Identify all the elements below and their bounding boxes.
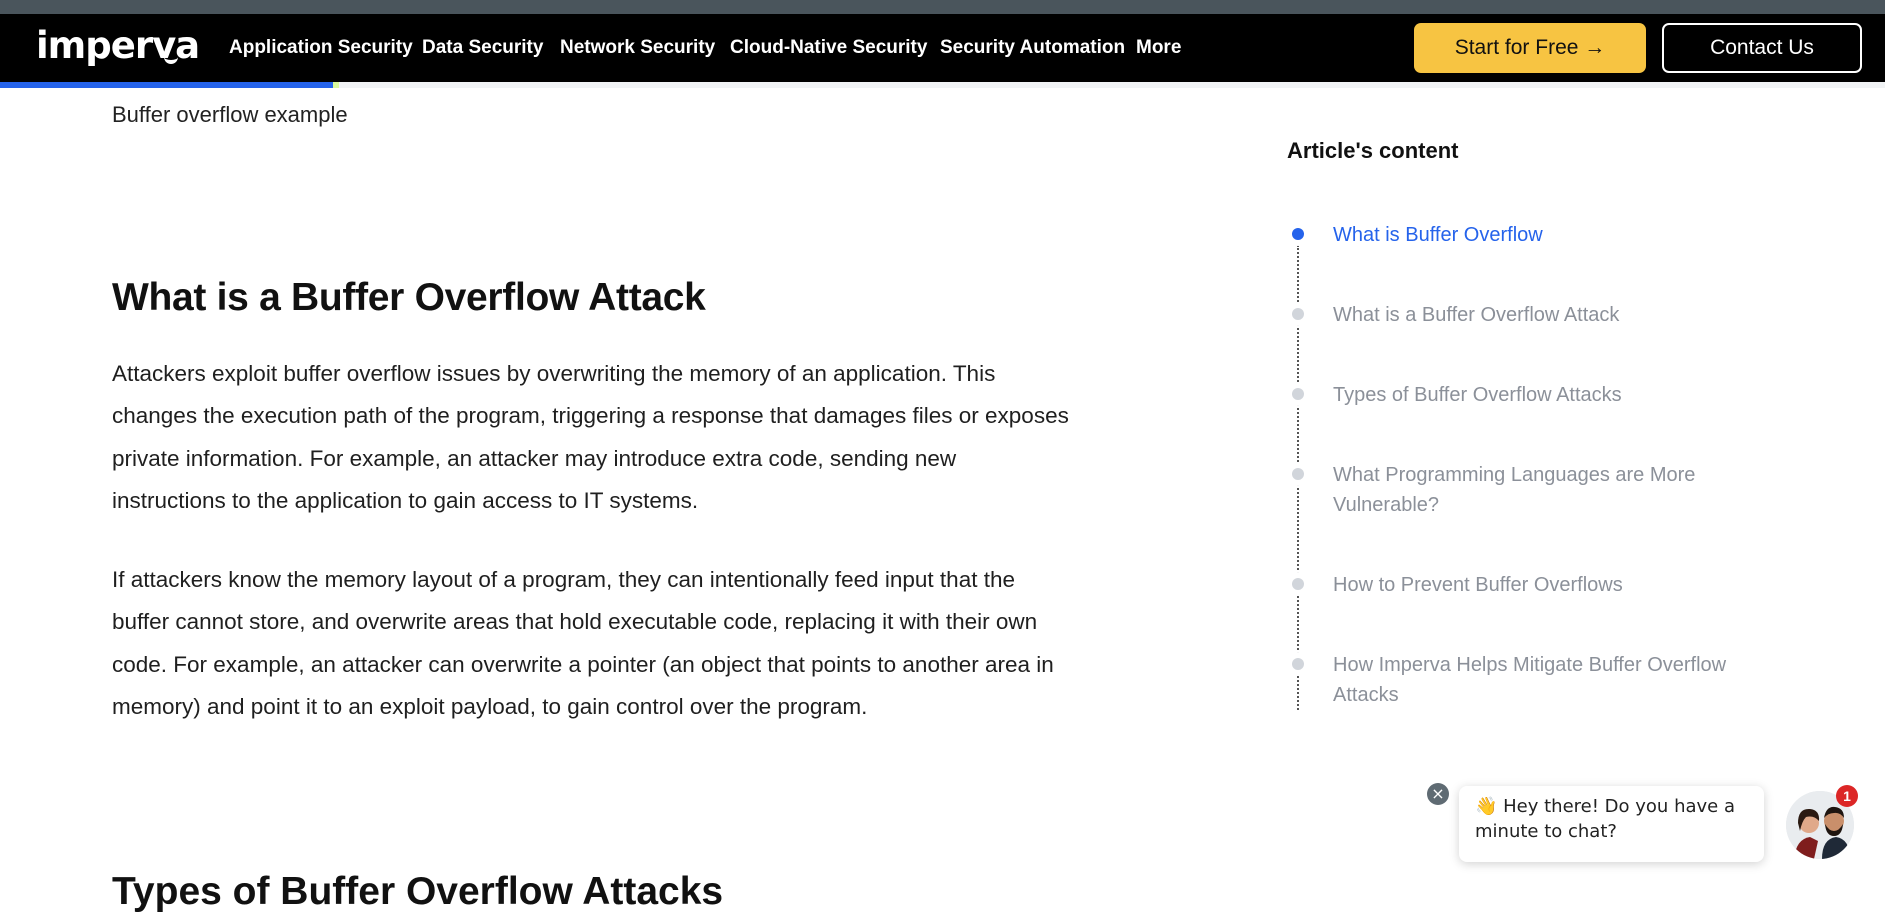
contact-us-button[interactable]: Contact Us: [1662, 23, 1862, 73]
next-section-heading: Types of Buffer Overflow Attacks: [112, 870, 724, 913]
notification-badge: 1: [1836, 785, 1858, 807]
chat-message: 👋 Hey there! Do you have a minute to cha…: [1475, 796, 1735, 842]
toc-item-label[interactable]: What is a Buffer Overflow Attack: [1333, 300, 1773, 330]
nav-more[interactable]: More: [1136, 14, 1181, 82]
toc-item-label[interactable]: What Programming Languages are More Vuln…: [1333, 460, 1773, 520]
top-navbar: imperva Application Security Data Securi…: [0, 14, 1885, 82]
toc-dot-icon: [1287, 383, 1309, 405]
toc-dot-icon: [1287, 303, 1309, 325]
nav-data-security[interactable]: Data Security: [422, 14, 543, 82]
close-icon[interactable]: ×: [1427, 783, 1449, 805]
chat-popup[interactable]: 👋 Hey there! Do you have a minute to cha…: [1459, 786, 1764, 862]
toc-item-label[interactable]: Types of Buffer Overflow Attacks: [1333, 380, 1773, 410]
article-paragraph: Attackers exploit buffer overflow issues…: [112, 361, 1069, 513]
toc-item-label[interactable]: How to Prevent Buffer Overflows: [1333, 570, 1773, 600]
reading-progress-tip: [333, 82, 340, 88]
toc-item-label[interactable]: How Imperva Helps Mitigate Buffer Overfl…: [1333, 650, 1773, 710]
nav-network-security[interactable]: Network Security: [560, 14, 715, 82]
browser-top-strip: [0, 0, 1885, 14]
toc-title: Article's content: [1287, 138, 1459, 163]
breadcrumb: Buffer overflow example: [112, 102, 348, 127]
section-title: What is a Buffer Overflow Attack: [112, 276, 706, 319]
article-paragraph: If attackers know the memory layout of a…: [112, 567, 1054, 719]
nav-application-security[interactable]: Application Security: [229, 14, 413, 82]
nav-security-automation[interactable]: Security Automation: [940, 14, 1125, 82]
toc-item-label[interactable]: What is Buffer Overflow: [1333, 220, 1773, 250]
nav-cloud-native-security[interactable]: Cloud-Native Security: [730, 14, 927, 82]
toc-dot-icon: [1287, 463, 1309, 485]
toc-dot-icon: [1287, 653, 1309, 675]
start-for-free-button[interactable]: Start for Free →: [1414, 23, 1646, 73]
reading-progress-bar: [0, 82, 1885, 88]
toc-active-dot-icon: [1287, 223, 1309, 245]
reading-progress-fill: [0, 82, 334, 88]
toc-dot-icon: [1287, 573, 1309, 595]
